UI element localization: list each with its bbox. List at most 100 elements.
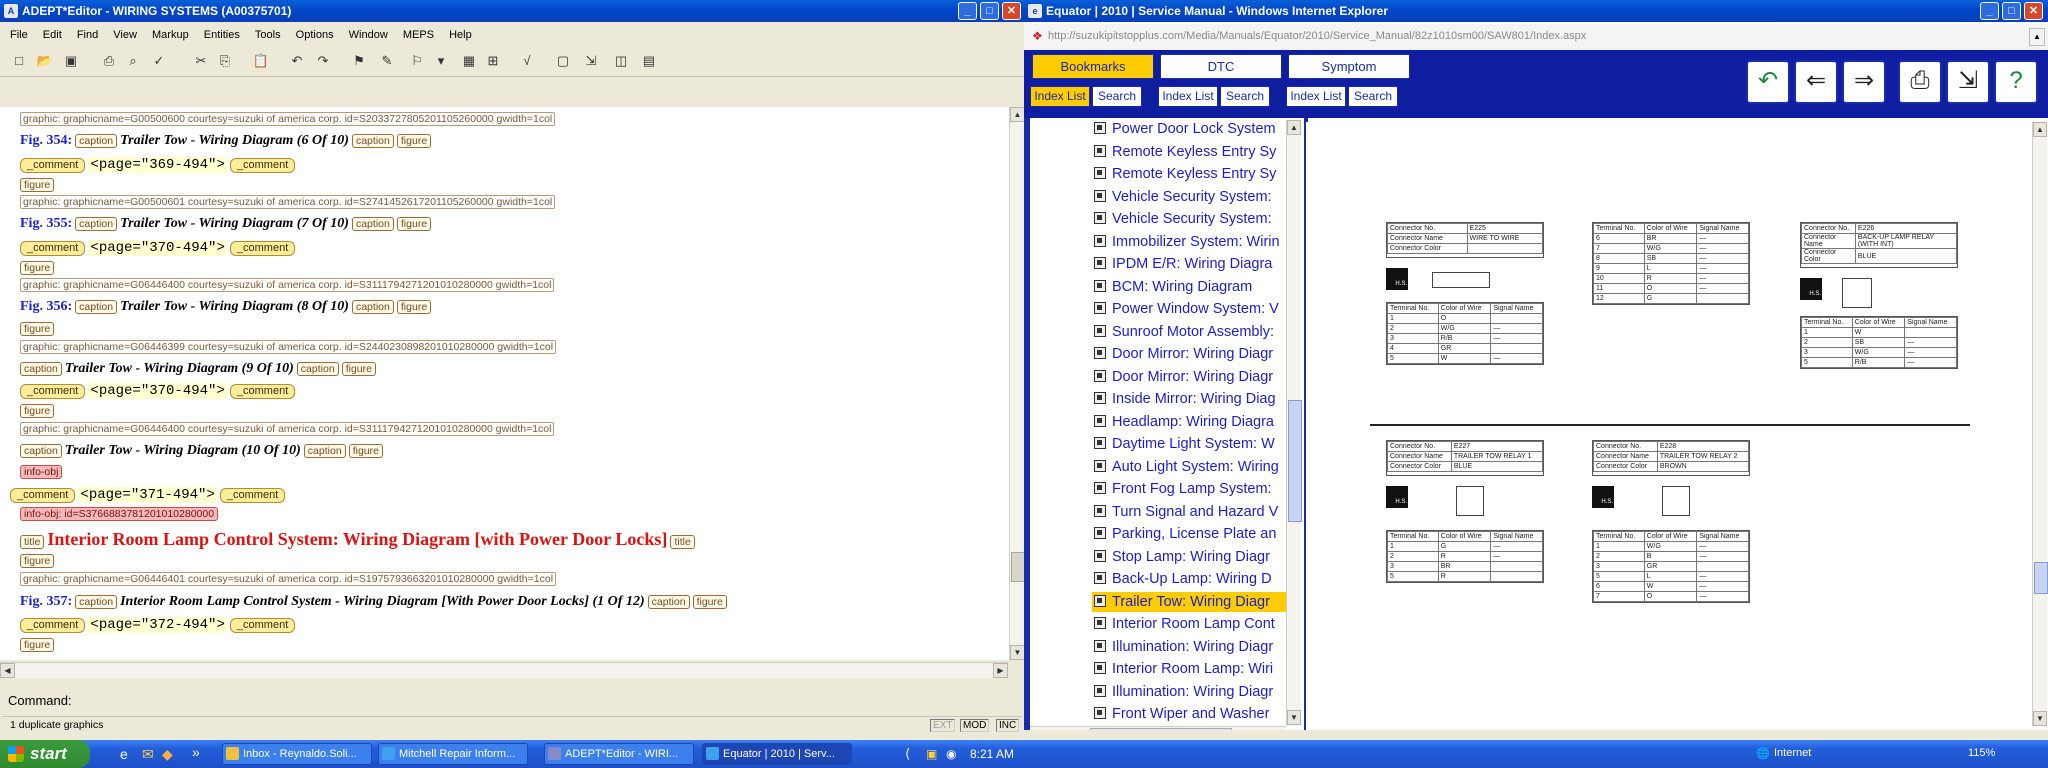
paste-icon[interactable]: 📋 xyxy=(252,52,270,70)
graphic-line-1[interactable]: graphic: graphicname=G00500600 courtesy=… xyxy=(20,112,556,126)
graphic-line-3[interactable]: graphic: graphicname=G06446400 courtesy=… xyxy=(20,278,555,292)
document-editor[interactable]: graphic: graphicname=G00500600 courtesy=… xyxy=(0,107,1012,660)
figure-tag-1[interactable]: figure xyxy=(20,178,55,192)
bookmark-item[interactable]: Remote Keyless Entry Sy xyxy=(1092,164,1286,184)
comment-line-3[interactable]: _comment <page="370-494"> _comment xyxy=(20,383,296,399)
graphic-line-4[interactable]: graphic: graphicname=G06446399 courtesy=… xyxy=(20,340,557,354)
figure-tag-3[interactable]: figure xyxy=(20,322,55,336)
task-equator[interactable]: Equator | 2010 | Serv... xyxy=(702,743,852,765)
task-adept[interactable]: ADEPT*Editor - WIRI... xyxy=(544,743,694,765)
index-list-button-3[interactable]: Index List xyxy=(1286,86,1346,107)
quicklaunch-ie-icon[interactable]: e xyxy=(120,746,128,762)
bookmark-item[interactable]: Illumination: Wiring Diagr xyxy=(1092,637,1286,657)
nav-scrollbar[interactable]: ▲ ▼ xyxy=(1286,120,1302,726)
bookmark-item[interactable]: Door Mirror: Wiring Diagr xyxy=(1092,367,1286,387)
scroll-right-arrow-icon[interactable]: ▶ xyxy=(993,663,1008,678)
title-line[interactable]: title Interior Room Lamp Control System:… xyxy=(20,529,695,550)
remove-element-icon[interactable]: ⚐ xyxy=(408,52,426,70)
quicklaunch-outlook-icon[interactable]: ✉ xyxy=(142,746,154,763)
bookmark-item[interactable]: Illumination: Wiring Diagr xyxy=(1092,682,1286,702)
split-view-icon[interactable]: ◫ xyxy=(612,52,630,70)
printer-icon[interactable]: ⎙ xyxy=(1898,60,1942,104)
tray-app-icon[interactable]: ▣ xyxy=(926,740,937,768)
table-icon[interactable]: ▦ xyxy=(460,52,478,70)
bookmark-item[interactable]: Interior Room Lamp: Wiri xyxy=(1092,659,1286,679)
bookmark-item[interactable]: Inside Mirror: Wiring Diag xyxy=(1092,389,1286,409)
copy-icon[interactable]: ⎘ xyxy=(216,52,234,70)
bookmark-item[interactable]: Front Fog Lamp System: xyxy=(1092,479,1286,499)
graphic-line-2[interactable]: graphic: graphicname=G00500601 courtesy=… xyxy=(20,195,556,209)
cut-icon[interactable]: ✂ xyxy=(192,52,210,70)
spellcheck-icon[interactable]: ✓ xyxy=(150,52,168,70)
editor-horizontal-scrollbar[interactable]: ◀ ▶ xyxy=(0,662,1008,678)
figure-tag-4[interactable]: figure xyxy=(20,404,55,418)
search-button-1[interactable]: Search xyxy=(1092,86,1142,107)
menu-tools[interactable]: Tools xyxy=(249,29,287,41)
help-icon[interactable]: ? xyxy=(1994,60,2038,104)
editor-vertical-scrollbar[interactable]: ▲ ▼ xyxy=(1009,107,1026,660)
fig-354-line[interactable]: Fig. 354: caption Trailer Tow - Wiring D… xyxy=(20,133,432,149)
bookmark-item[interactable]: Auto Light System: Wiring xyxy=(1092,457,1286,477)
new-icon[interactable]: □ xyxy=(10,52,28,70)
index-list-button-2[interactable]: Index List xyxy=(1158,86,1218,107)
bookmark-item[interactable]: Headlamp: Wiring Diagra xyxy=(1092,412,1286,432)
tray-lang-icon[interactable]: ◉ xyxy=(946,740,956,768)
bookmark-item[interactable]: Parking, License Plate an xyxy=(1092,524,1286,544)
scroll-left-arrow-icon[interactable]: ◀ xyxy=(0,663,15,678)
bookmark-item[interactable]: Power Window System: V xyxy=(1092,299,1286,319)
figure-tag-2[interactable]: figure xyxy=(20,261,55,275)
menu-meps[interactable]: MEPS xyxy=(397,29,440,41)
content-scroll-thumb[interactable] xyxy=(2034,562,2048,594)
open-folder-icon[interactable]: 📂 xyxy=(36,52,54,70)
tab-dtc[interactable]: DTC xyxy=(1160,54,1282,79)
url-text[interactable]: http://suzukipitstopplus.com/Media/Manua… xyxy=(1048,30,1586,42)
print-icon[interactable]: ⎙ xyxy=(100,52,118,70)
caption-9-line[interactable]: caption Trailer Tow - Wiring Diagram (9 … xyxy=(20,361,376,377)
content-scroll-down-icon[interactable]: ▼ xyxy=(2033,711,2047,726)
graphic-size-icon[interactable]: ⇲ xyxy=(582,52,600,70)
info-obj-tag[interactable]: info-obj xyxy=(20,465,63,479)
insert-element-icon[interactable]: ⚑ xyxy=(350,52,368,70)
bookmark-item[interactable]: Remote Keyless Entry Sy xyxy=(1092,142,1286,162)
scroll-down-arrow-icon[interactable]: ▼ xyxy=(1010,645,1025,660)
comment-line-2[interactable]: _comment <page="370-494"> _comment xyxy=(20,240,296,256)
ie-maximize-button[interactable]: □ xyxy=(2002,2,2021,20)
menu-markup[interactable]: Markup xyxy=(146,29,195,41)
caption-10-line[interactable]: caption Trailer Tow - Wiring Diagram (10… xyxy=(20,443,383,459)
minimize-button[interactable]: _ xyxy=(958,2,977,20)
fig-355-line[interactable]: Fig. 355: caption Trailer Tow - Wiring D… xyxy=(20,216,432,232)
fig-356-line[interactable]: Fig. 356: caption Trailer Tow - Wiring D… xyxy=(20,299,432,315)
figure-tag-5[interactable]: figure xyxy=(20,554,55,568)
fig-357-line[interactable]: Fig. 357: caption Interior Room Lamp Con… xyxy=(20,594,727,610)
menu-window[interactable]: Window xyxy=(343,29,394,41)
comment-line-5[interactable]: _comment <page="372-494"> _comment xyxy=(20,617,296,633)
figure-tag-6[interactable]: figure xyxy=(20,638,55,652)
table-insert-icon[interactable]: ⊞ xyxy=(484,52,502,70)
comment-line-1[interactable]: _comment <page="369-494"> _comment xyxy=(20,157,296,173)
address-scroll-icon[interactable]: ▲ xyxy=(2029,28,2045,46)
nav-scroll-up-icon[interactable]: ▲ xyxy=(1287,120,1301,135)
bookmark-item[interactable]: Trailer Tow: Wiring Diagr xyxy=(1092,591,1286,612)
nav-scroll-down-icon[interactable]: ▼ xyxy=(1287,710,1301,725)
undo-icon[interactable]: ↶ xyxy=(288,52,306,70)
back-arrow-icon[interactable]: ↶ xyxy=(1746,60,1790,104)
save-icon[interactable]: ▣ xyxy=(62,52,80,70)
menu-entities[interactable]: Entities xyxy=(198,29,246,41)
menu-find[interactable]: Find xyxy=(71,29,104,41)
previous-page-icon[interactable]: ⇐ xyxy=(1794,60,1838,104)
scroll-up-arrow-icon[interactable]: ▲ xyxy=(1010,107,1025,122)
equation-icon[interactable]: √ xyxy=(518,52,536,70)
maximize-button[interactable]: □ xyxy=(980,2,999,20)
dropdown-arrow-icon[interactable]: ▾ xyxy=(432,52,450,70)
bookmark-item[interactable]: Vehicle Security System: xyxy=(1092,187,1286,207)
quicklaunch-app-icon[interactable]: ◆ xyxy=(162,746,173,763)
info-obj-id-line[interactable]: info-obj: id=S3766883781201010280000 xyxy=(20,507,219,521)
bookmark-item[interactable]: Turn Signal and Hazard V xyxy=(1092,502,1286,522)
index-list-button-1[interactable]: Index List xyxy=(1030,86,1090,107)
bookmark-item[interactable]: Sunroof Motor Assembly: xyxy=(1092,322,1286,342)
bookmark-item[interactable]: Stop Lamp: Wiring Diagr xyxy=(1092,547,1286,567)
close-button[interactable]: ✕ xyxy=(1002,2,1021,20)
menu-view[interactable]: View xyxy=(107,29,143,41)
zoom-text[interactable]: 115% xyxy=(1968,747,1995,759)
bookmark-item[interactable]: Back-Up Lamp: Wiring D xyxy=(1092,569,1286,589)
